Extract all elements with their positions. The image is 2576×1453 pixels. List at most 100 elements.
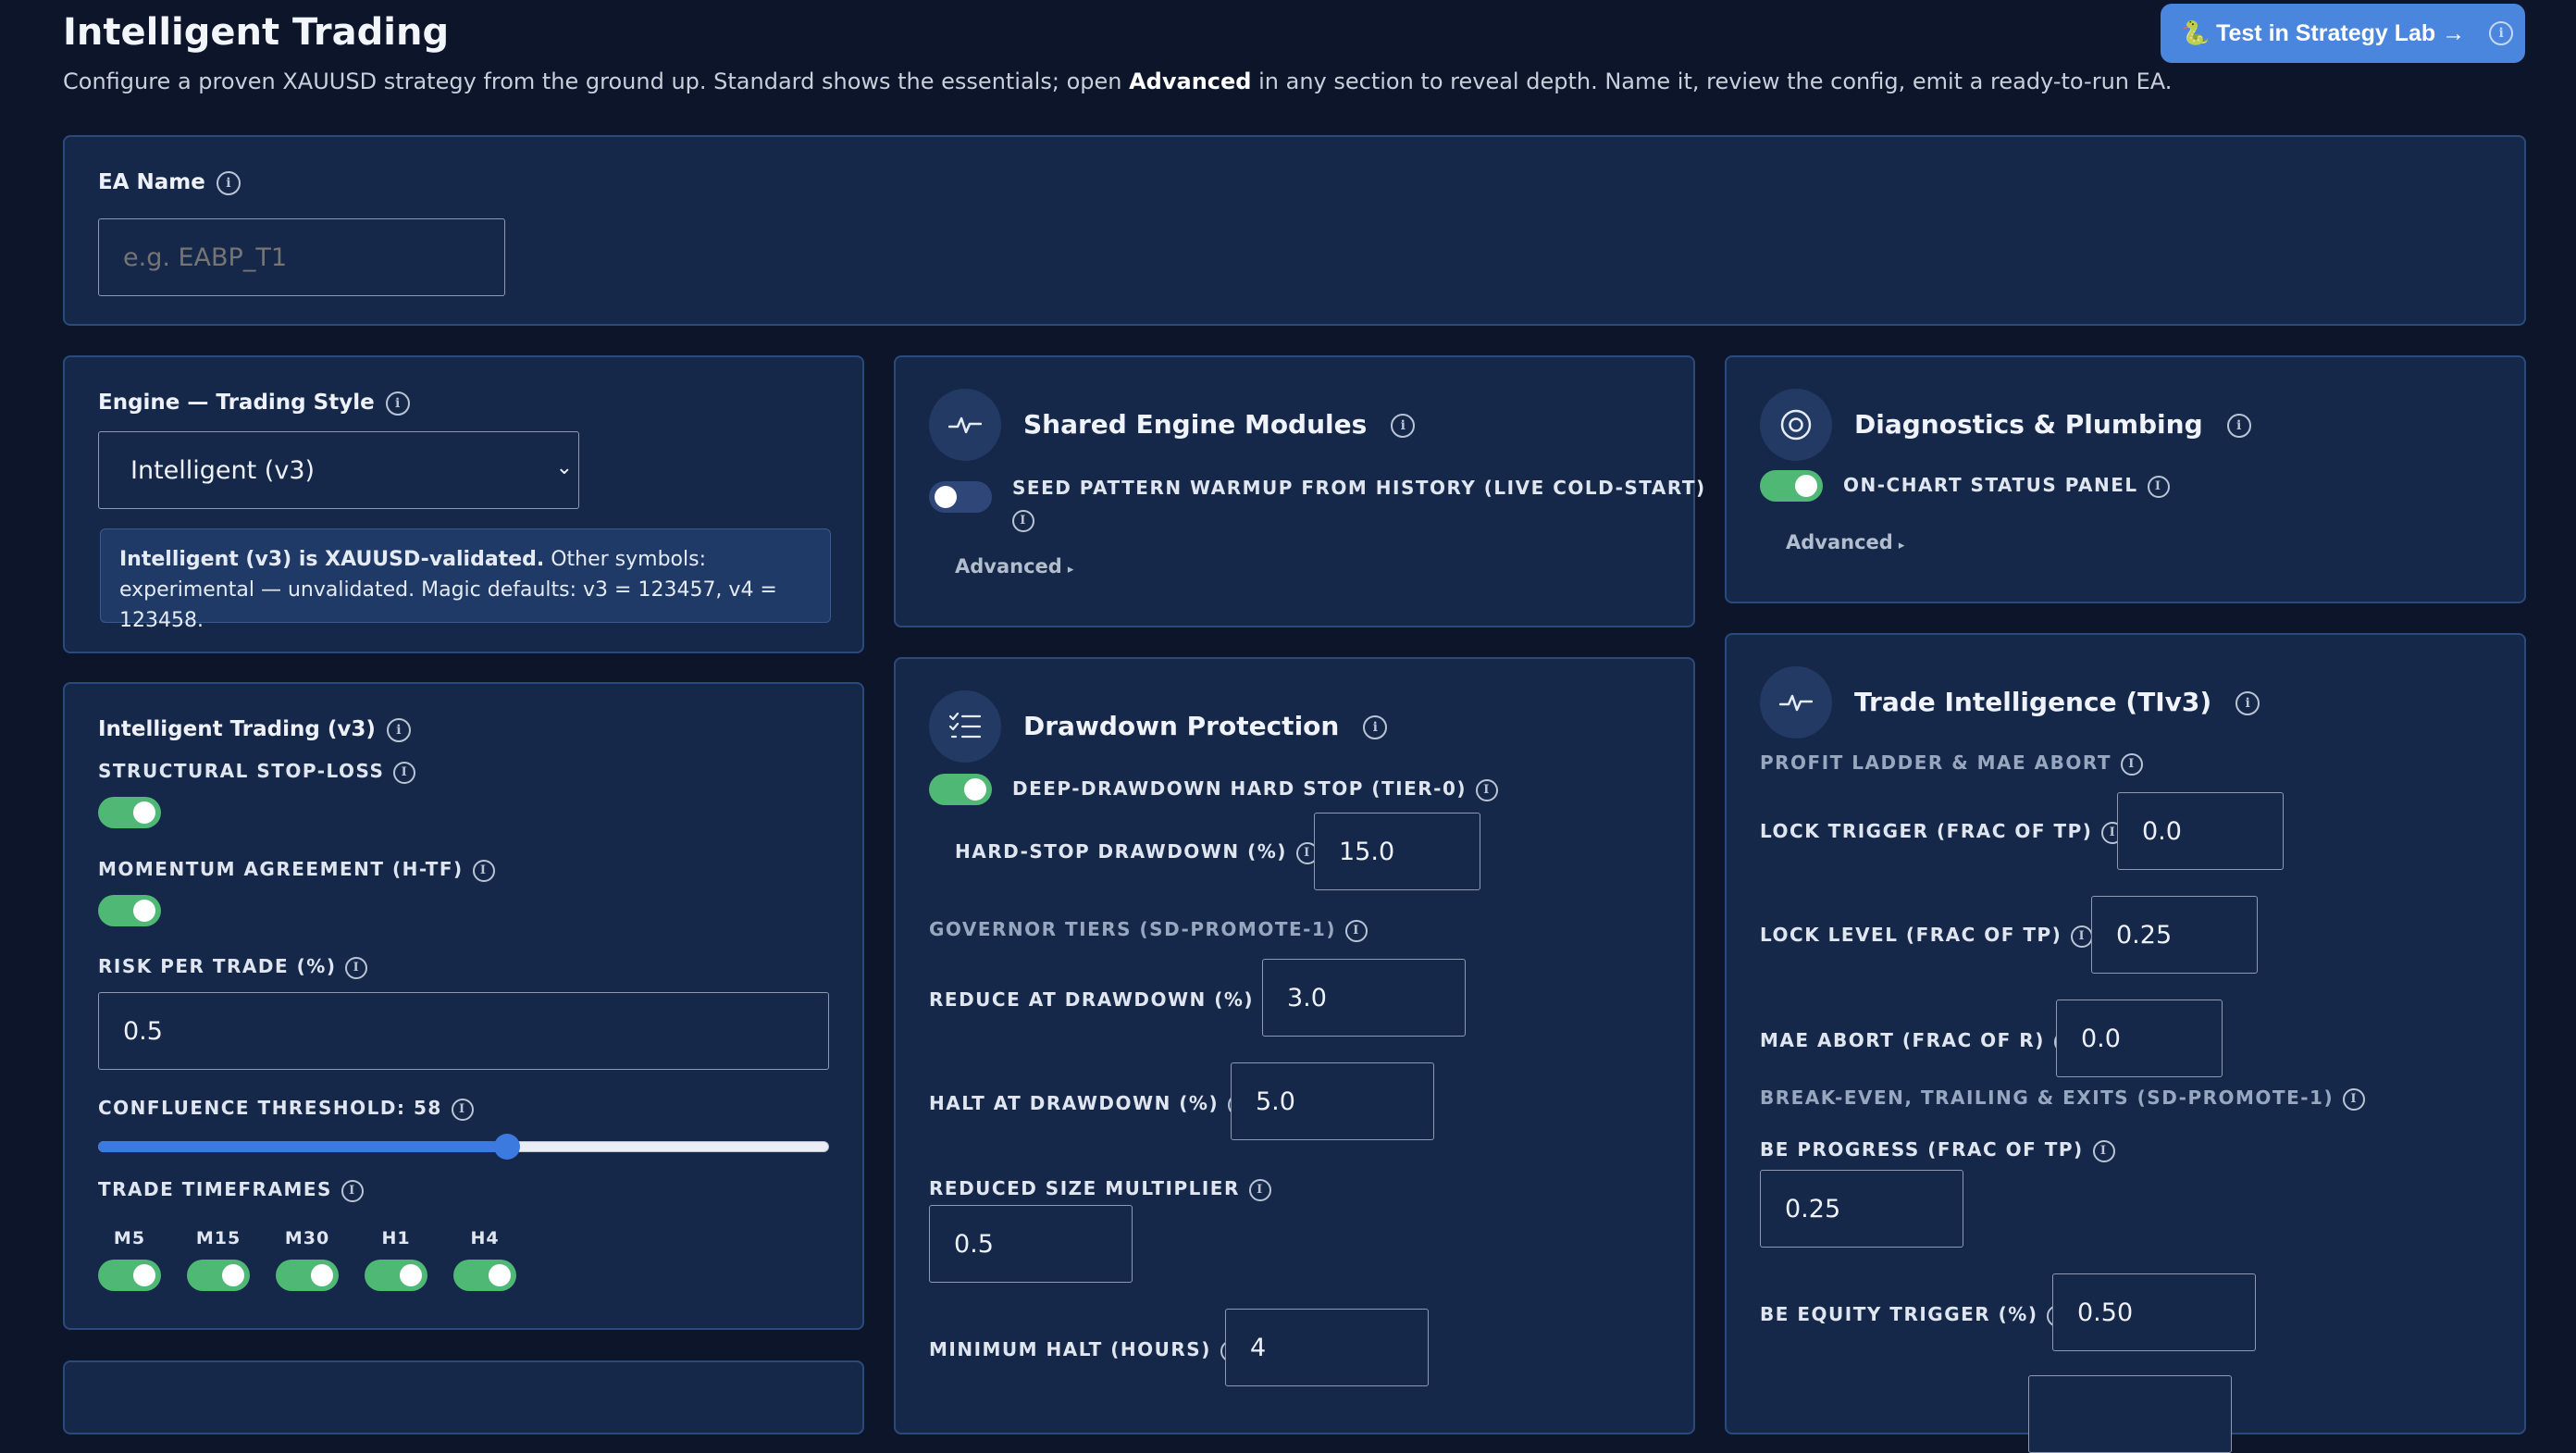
subtitle-advanced-word: Advanced xyxy=(1129,68,1252,94)
lock-trigger-label: Lock Trigger (frac of TP) i xyxy=(1760,820,2124,844)
caret-right-icon: ▸ xyxy=(1898,539,1905,553)
confluence-slider-fill xyxy=(98,1141,508,1152)
be-progress-value: 0.25 xyxy=(1785,1194,1841,1223)
info-icon[interactable]: i xyxy=(345,956,368,979)
info-icon[interactable]: i xyxy=(1391,414,1416,438)
info-icon[interactable]: i xyxy=(2226,414,2251,438)
ea-name-input[interactable] xyxy=(98,218,505,296)
intelligent-title-text: Intelligent Trading (v3) xyxy=(98,717,376,741)
engine-label: Engine — Trading Style i xyxy=(98,391,410,416)
info-icon[interactable]: i xyxy=(1363,715,1388,739)
seed-pattern-warmup-toggle[interactable] xyxy=(929,481,992,513)
deep-drawdown-hard-stop-toggle[interactable] xyxy=(929,774,992,805)
info-icon[interactable]: i xyxy=(2121,752,2143,776)
minimum-halt-input[interactable]: 4 xyxy=(1225,1309,1429,1386)
info-icon[interactable]: i xyxy=(1012,509,1034,532)
engine-panel: Engine — Trading Style i Intelligent (v3)… xyxy=(63,355,864,653)
risk-per-trade-label: Risk per Trade (%) i xyxy=(98,955,368,979)
be-equity-trigger-input[interactable]: 0.50 xyxy=(2052,1273,2256,1351)
hard-stop-drawdown-label: Hard-Stop Drawdown (%) i xyxy=(955,840,1319,864)
toggle-knob xyxy=(1795,475,1817,497)
on-chart-status-panel-toggle[interactable] xyxy=(1760,470,1823,502)
info-icon[interactable]: i xyxy=(2343,1087,2366,1111)
info-icon[interactable]: i xyxy=(2489,21,2514,45)
info-icon[interactable]: i xyxy=(2092,1139,2115,1162)
info-icon[interactable]: i xyxy=(2071,925,2094,948)
info-icon[interactable]: i xyxy=(385,391,410,416)
hard-stop-drawdown-input[interactable]: 15.0 xyxy=(1314,813,1480,890)
timeframe-label-h1: H1 xyxy=(381,1228,411,1248)
info-icon[interactable]: i xyxy=(341,1179,364,1202)
info-icon[interactable]: i xyxy=(216,170,241,195)
info-icon[interactable]: i xyxy=(386,717,411,742)
info-icon[interactable]: i xyxy=(393,761,416,784)
diagnostics-advanced-toggle[interactable]: Advanced ▸ xyxy=(1786,531,1904,553)
reduced-size-multiplier-text: Reduced Size Multiplier xyxy=(929,1177,1240,1199)
be-trailing-exits-label: Break-Even, Trailing & Exits (SD-PROMOTE… xyxy=(1760,1087,2366,1111)
timeframe-toggle-m5[interactable] xyxy=(98,1260,161,1291)
lock-level-input[interactable]: 0.25 xyxy=(2091,896,2258,974)
structural-stop-loss-text: Structural Stop-Loss xyxy=(98,760,385,782)
trade-intelligence-title-text: Trade Intelligence (TIv3) xyxy=(1854,687,2212,717)
halt-at-drawdown-input[interactable]: 5.0 xyxy=(1231,1062,1434,1140)
on-chart-status-panel-label: On-Chart Status Panel i xyxy=(1843,474,2170,498)
shared-advanced-toggle[interactable]: Advanced ▸ xyxy=(955,555,1073,577)
confluence-threshold-label: Confluence Threshold: 58 i xyxy=(98,1097,474,1121)
checklist-icon xyxy=(929,690,1001,763)
info-icon[interactable]: i xyxy=(451,1098,474,1121)
shared-engine-modules-title: Shared Engine Modules i xyxy=(1023,409,1416,440)
info-icon[interactable]: i xyxy=(2147,475,2170,498)
toggle-knob xyxy=(133,900,155,922)
drawdown-protection-title-text: Drawdown Protection xyxy=(1023,711,1340,741)
info-icon[interactable]: i xyxy=(1248,1178,1271,1201)
subtitle-text-start: Configure a proven XAUUSD strategy from … xyxy=(63,68,1130,94)
shared-engine-modules-panel: Shared Engine Modules i Seed Pattern Warm… xyxy=(894,355,1704,627)
reduce-at-drawdown-value: 3.0 xyxy=(1287,983,1327,1012)
mae-abort-text: MAE Abort (frac of R) xyxy=(1760,1029,2045,1051)
lock-level-label: Lock Level (frac of TP) i xyxy=(1760,924,2094,948)
halt-at-drawdown-value: 5.0 xyxy=(1256,1087,1295,1116)
timeframe-toggle-h4[interactable] xyxy=(453,1260,516,1291)
info-icon[interactable]: i xyxy=(1476,778,1499,801)
halt-at-drawdown-label: Halt at Drawdown (%)i xyxy=(929,1092,1251,1116)
pulse-icon xyxy=(929,389,1001,461)
test-in-strategy-lab-button[interactable]: 🐍 Test in Strategy Lab → i xyxy=(2161,4,2525,63)
be-progress-label: BE Progress (frac of TP) i xyxy=(1760,1138,2115,1162)
info-icon[interactable]: i xyxy=(2235,691,2260,715)
momentum-agreement-label: Momentum Agreement (H-TF) i xyxy=(98,858,495,882)
timeframe-toggle-m15[interactable] xyxy=(187,1260,250,1291)
minimum-halt-text: Minimum Halt (hours) xyxy=(929,1338,1211,1360)
drawdown-protection-title: Drawdown Protection i xyxy=(1023,711,1388,741)
hard-stop-drawdown-value: 15.0 xyxy=(1339,837,1395,866)
structural-stop-loss-toggle[interactable] xyxy=(98,797,161,828)
be-progress-input[interactable]: 0.25 xyxy=(1760,1170,1963,1248)
diagnostics-plumbing-panel: Diagnostics & Plumbing i On-Chart Status … xyxy=(1725,355,2526,603)
lock-trigger-text: Lock Trigger (frac of TP) xyxy=(1760,820,2093,842)
minimum-halt-label: Minimum Halt (hours)i xyxy=(929,1338,1243,1362)
next-field-input[interactable] xyxy=(2028,1375,2232,1453)
timeframe-toggle-m30[interactable] xyxy=(276,1260,339,1291)
reduce-at-drawdown-text: Reduce at Drawdown (%) xyxy=(929,988,1255,1011)
trade-intelligence-title: Trade Intelligence (TIv3) i xyxy=(1854,687,2260,717)
subtitle-text-end: in any section to reveal depth. Name it,… xyxy=(1251,68,2173,94)
shared-engine-modules-title-text: Shared Engine Modules xyxy=(1023,409,1368,440)
drawdown-protection-panel: Drawdown Protection i Deep-Drawdown Hard … xyxy=(894,657,1695,1434)
diagnostics-advanced-label: Advanced xyxy=(1786,531,1893,553)
timeframe-toggle-h1[interactable] xyxy=(365,1260,427,1291)
toggle-knob xyxy=(400,1264,422,1286)
risk-per-trade-input[interactable]: 0.5 xyxy=(98,992,829,1070)
timeframe-label-m15: M15 xyxy=(195,1228,242,1248)
mae-abort-input[interactable]: 0.0 xyxy=(2056,1000,2223,1077)
reduced-size-multiplier-input[interactable]: 0.5 xyxy=(929,1205,1133,1283)
risk-per-trade-value: 0.5 xyxy=(123,1016,163,1046)
momentum-agreement-toggle[interactable] xyxy=(98,895,161,926)
confluence-slider-thumb[interactable] xyxy=(494,1134,521,1160)
reduce-at-drawdown-input[interactable]: 3.0 xyxy=(1262,959,1466,1037)
info-icon[interactable]: i xyxy=(1344,919,1368,942)
deep-drawdown-hard-stop-label: Deep-Drawdown Hard Stop (Tier-0) i xyxy=(1012,777,1499,801)
info-icon[interactable]: i xyxy=(472,859,495,882)
engine-select[interactable]: Intelligent (v3) ⌄ xyxy=(98,431,579,509)
lock-trigger-input[interactable]: 0.0 xyxy=(2117,792,2284,870)
seed-pattern-warmup-label: Seed Pattern Warmup From History (Live C… xyxy=(1012,472,1706,535)
lock-level-value: 0.25 xyxy=(2116,920,2173,950)
